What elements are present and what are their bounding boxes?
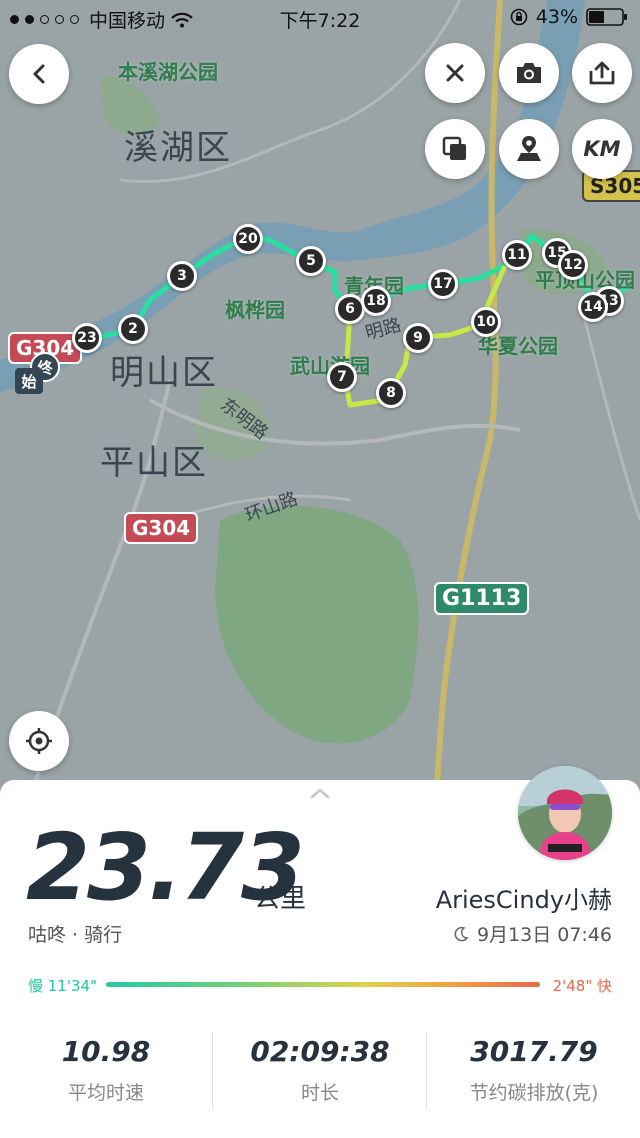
stat-label: 平均时速 [67,1082,144,1104]
district-label: 平山区 [100,443,208,483]
route-waypoint: 12 [558,250,588,280]
avatar-image [518,766,612,860]
chevron-up-icon[interactable] [306,786,334,800]
activity-datetime: 9月13日 07:46 [453,920,612,947]
stat-carbon-saved: 3017.79 节约碳排放(克) [428,1035,640,1105]
camera-button[interactable] [499,43,559,103]
sport-type: 咕咚 · 骑行 [28,924,123,946]
battery-percent: 43% [535,6,578,28]
stat-duration: 02:09:38 时长 [214,1035,426,1105]
clock-time: 下午7:22 [279,10,361,32]
mountain-park-area [215,506,419,744]
route-waypoint: 5 [296,246,326,276]
district-label: 溪湖区 [124,128,232,168]
start-marker: 始 [15,368,43,394]
close-icon [446,64,464,82]
distance-unit: 公里 [254,884,307,914]
rotation-lock-icon [510,8,528,26]
avatar[interactable] [518,766,612,860]
pace-slow-label: 慢 11'34" [28,977,97,995]
moon-icon [454,926,469,941]
camera-icon [517,63,541,83]
district-label: 明山区 [110,353,218,393]
km-markers-button[interactable]: KM [572,119,632,179]
place-label: 枫桦园 [225,298,285,322]
route-waypoint: 2 [118,314,148,344]
stat-avg-speed: 10.98 平均时速 [0,1035,212,1105]
route-waypoint: 18 [361,286,391,316]
stat-divider [426,1032,427,1110]
map-view[interactable]: 本溪湖公园 溪湖区 枫桦园 青年园 武山游园 华夏公园 平顶山公园 明山区 平山… [0,0,640,800]
map-canvas [0,0,640,800]
highway-shield: G304 [124,512,199,544]
map-layers-button[interactable] [425,119,485,179]
map-person-button[interactable] [499,119,559,179]
back-button[interactable] [9,44,69,104]
route-waypoint: 9 [403,323,433,353]
crosshair-icon [26,728,52,754]
route-waypoint: 3 [167,261,197,291]
place-label: 本溪湖公园 [118,60,218,84]
route-waypoint: 7 [327,362,357,392]
stat-divider [212,1032,213,1110]
stat-value: 10.98 [61,1035,151,1068]
share-icon [589,61,615,85]
route-waypoint: 17 [428,269,458,299]
route-waypoint: 14 [578,292,608,322]
route-waypoint: 23 [72,323,102,353]
km-icon: KM [583,137,621,161]
route-waypoint: 11 [502,240,532,270]
stat-label: 节约碳排放(克) [469,1082,599,1104]
route-waypoint: 10 [471,307,501,337]
username[interactable]: AriesCindy小赫 [436,880,612,915]
close-button[interactable] [425,43,485,103]
share-button[interactable] [572,43,632,103]
pace-fast-label: 2'48" 快 [552,977,612,995]
battery-icon [586,8,627,26]
highway-shield: G1113 [434,582,530,615]
locate-me-button[interactable] [9,711,69,771]
status-bar: 中国移动 下午7:22 43% [0,0,640,36]
location-person-icon [517,136,541,161]
pace-gradient-bar [106,982,540,987]
stat-value: 3017.79 [470,1035,598,1068]
road [578,299,640,521]
route-waypoint: 20 [233,224,263,254]
activity-date: 9月13日 07:46 [476,924,612,946]
stat-value: 02:09:38 [250,1035,390,1068]
stat-label: 时长 [300,1082,339,1104]
layers-icon [442,136,466,160]
chevron-left-icon [33,64,45,84]
route-waypoint: 8 [376,378,406,408]
